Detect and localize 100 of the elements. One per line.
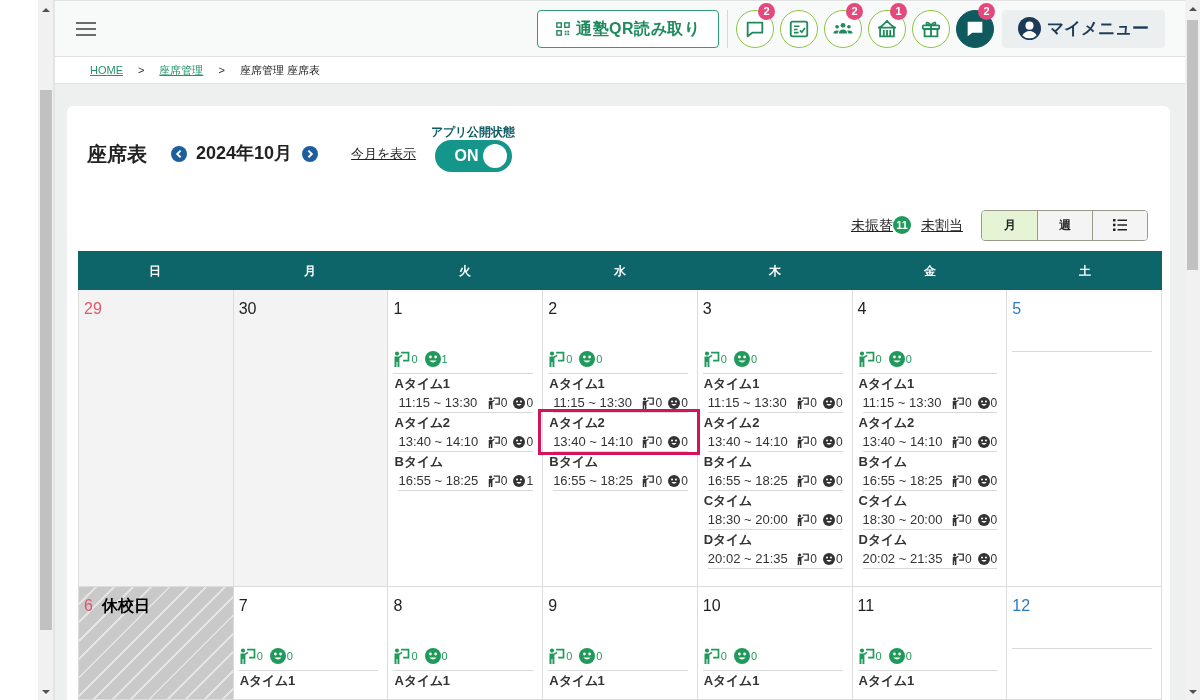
time-slot[interactable]: Aタイム2 13:40 ~ 14:10 0 0 — [702, 413, 843, 452]
slot-time: 11:15 ~ 13:30 — [862, 393, 942, 412]
time-slot[interactable]: Cタイム 18:30 ~ 20:00 0 0 — [702, 491, 843, 530]
student-icon — [888, 351, 905, 367]
student-count: 1 — [526, 472, 534, 490]
time-slot[interactable]: Aタイム1 — [238, 671, 379, 690]
student-icon — [822, 396, 835, 409]
day-number: 29 — [84, 299, 102, 319]
slot-name: Aタイム1 — [393, 375, 451, 393]
scrollbar-thumb[interactable] — [39, 90, 52, 630]
teacher-icon — [642, 474, 655, 487]
student-icon — [668, 435, 681, 448]
time-slot[interactable]: Aタイム1 11:15 ~ 13:30 0 0 — [393, 374, 534, 413]
student-icon — [822, 474, 835, 487]
teacher-icon — [857, 351, 875, 367]
time-slot[interactable]: Dタイム 20:02 ~ 21:35 0 0 — [857, 530, 998, 569]
student-count: 1 — [441, 352, 448, 367]
student-count: 0 — [990, 550, 998, 568]
student-count: 0 — [526, 394, 534, 412]
teacher-icon — [487, 474, 500, 487]
people-button[interactable] — [824, 9, 862, 48]
count-badge: 11 — [893, 216, 911, 234]
checklist-button[interactable] — [780, 9, 818, 48]
chevron-right-icon[interactable] — [302, 145, 319, 162]
slot-name: Bタイム — [702, 453, 753, 471]
student-icon — [822, 435, 835, 448]
slot-time: 11:15 ~ 13:30 — [398, 393, 478, 412]
student-icon — [513, 474, 526, 487]
student-icon — [424, 648, 441, 664]
time-slot[interactable]: Aタイム2 13:40 ~ 14:10 0 0 — [857, 413, 998, 452]
scroll-down-icon[interactable] — [41, 690, 50, 694]
slot-time: 18:30 ~ 20:00 — [707, 510, 788, 529]
slot-name: Aタイム1 — [857, 672, 915, 690]
chat-button[interactable] — [736, 9, 774, 48]
student-icon — [977, 396, 990, 409]
time-slot[interactable]: Aタイム1 — [393, 671, 534, 690]
slot-name: Aタイム1 — [548, 375, 605, 393]
scroll-down-icon[interactable] — [1188, 690, 1197, 694]
view-tab[interactable]: 週 — [1037, 210, 1092, 240]
teacher-icon — [393, 351, 411, 367]
teacher-count: 0 — [964, 550, 972, 568]
student-count: 0 — [681, 472, 688, 490]
chat-button[interactable] — [956, 9, 994, 48]
teacher-count: 0 — [500, 472, 508, 490]
time-slot[interactable]: Aタイム1 — [702, 671, 843, 690]
teacher-count: 0 — [655, 394, 663, 412]
student-count: 0 — [905, 352, 912, 367]
teacher-icon — [857, 648, 875, 664]
slot-time: 13:40 ~ 14:10 — [398, 432, 479, 451]
time-slot[interactable]: Dタイム 20:02 ~ 21:35 0 0 — [702, 530, 843, 569]
teacher-count: 0 — [411, 352, 418, 367]
student-icon — [424, 351, 441, 367]
menu-icon[interactable] — [76, 21, 96, 36]
today-link[interactable]: 今月を表示 — [351, 143, 417, 164]
time-slot[interactable]: Bタイム 16:55 ~ 18:25 0 0 — [857, 452, 998, 491]
time-slot[interactable]: Aタイム1 — [857, 671, 998, 690]
breadcrumb-link[interactable]: 座席管理 — [159, 61, 204, 79]
time-slot[interactable]: Aタイム1 11:15 ~ 13:30 0 0 — [857, 374, 998, 413]
weekday-label: 水 — [614, 262, 626, 280]
building-icon — [876, 17, 898, 40]
time-slot[interactable]: Bタイム 16:55 ~ 18:25 0 1 — [393, 452, 534, 491]
slot-name: Aタイム1 — [238, 672, 296, 690]
day-number: 4 — [857, 299, 867, 319]
day-number: 10 — [702, 596, 721, 616]
time-slot[interactable]: Aタイム2 13:40 ~ 14:10 0 0 — [538, 409, 700, 455]
time-slot[interactable]: Aタイム1 — [548, 671, 688, 690]
building-button[interactable] — [868, 9, 906, 48]
time-slot[interactable]: Bタイム 16:55 ~ 18:25 0 0 — [702, 452, 843, 491]
teacher-count: 0 — [875, 352, 882, 367]
chevron-left-icon[interactable] — [171, 145, 187, 162]
publish-toggle[interactable]: ON — [434, 140, 512, 172]
time-slot[interactable]: Cタイム 18:30 ~ 20:00 0 0 — [857, 491, 998, 530]
filter-link[interactable]: 未振替 — [851, 214, 893, 236]
student-count: 0 — [990, 394, 998, 412]
my-menu-button[interactable]: マイメニュー — [1002, 9, 1165, 48]
view-tab[interactable] — [1092, 210, 1147, 240]
student-count: 0 — [681, 394, 688, 412]
view-tab[interactable]: 月 — [982, 210, 1037, 240]
teacher-icon — [797, 552, 810, 565]
gift-button[interactable] — [912, 9, 950, 48]
notification-badge: 2 — [758, 2, 775, 20]
scrollbar-thumb[interactable] — [1187, 20, 1198, 270]
breadcrumb-link[interactable]: HOME — [90, 61, 123, 79]
student-icon — [668, 396, 681, 409]
scroll-up-icon[interactable] — [41, 8, 50, 12]
time-slot[interactable]: Aタイム1 11:15 ~ 13:30 0 0 — [702, 374, 843, 413]
student-icon — [977, 513, 990, 526]
student-count: 0 — [286, 649, 293, 664]
qr-scan-button[interactable]: 通塾QR読み取り — [537, 9, 719, 48]
student-icon — [513, 435, 526, 448]
weekday-label: 土 — [1078, 262, 1091, 280]
slot-time: 16:55 ~ 18:25 — [398, 471, 479, 490]
student-icon — [977, 552, 990, 565]
teacher-count: 0 — [500, 433, 508, 451]
filter-link[interactable]: 未割当 — [921, 214, 963, 236]
scroll-up-icon[interactable] — [1188, 7, 1197, 11]
list-icon — [1113, 219, 1127, 231]
time-slot[interactable]: Bタイム 16:55 ~ 18:25 0 0 — [548, 452, 688, 491]
slot-time: 11:15 ~ 13:30 — [553, 393, 633, 412]
time-slot[interactable]: Aタイム2 13:40 ~ 14:10 0 0 — [393, 413, 534, 452]
